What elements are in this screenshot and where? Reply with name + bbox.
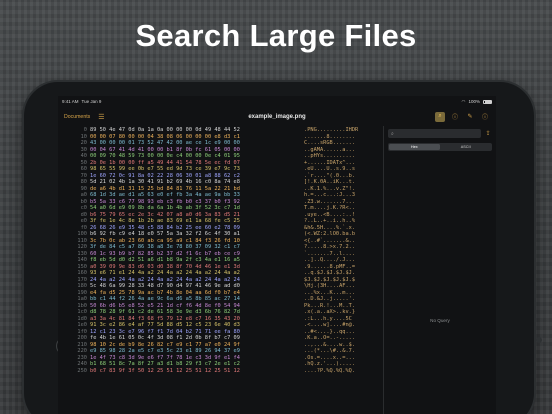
list-icon[interactable]: ☰ — [98, 113, 104, 121]
file-title: example_image.png — [248, 113, 306, 120]
status-bar: 9:41 AM Tue Jan 9 ◠ 100% — [58, 96, 496, 107]
segment-hex[interactable]: Hex — [388, 143, 440, 151]
nav-bar: Documents ☰ example_image.png ⌕ ⓘ ✎ ⓘ — [58, 107, 496, 126]
mode-segmented-control: Hex ASCII — [388, 143, 492, 151]
search-field-icon: ⌕ — [391, 130, 394, 137]
brush-icon[interactable]: ✎ — [465, 112, 475, 122]
toolbar: ⌕ ⓘ ✎ ⓘ — [435, 111, 490, 122]
segment-ascii[interactable]: ASCII — [440, 144, 491, 151]
info-icon[interactable]: ⓘ — [450, 112, 460, 122]
search-panel: ⌕ ⇪ Hex ASCII No Query — [383, 126, 496, 414]
side-dot — [536, 337, 542, 343]
hex-row: 250 b0 c7 83 9f 3f 50 12 25 51 12 25 51 1… — [62, 368, 383, 375]
row-offset: 250 — [77, 367, 87, 374]
headline: Search Large Files — [135, 18, 417, 53]
status-time: 9:41 AM — [62, 99, 79, 104]
hex-view[interactable]: 0 89 50 4e 47 0d 0a 1a 0a 00 00 00 0d 49 … — [58, 126, 383, 414]
empty-state-label: No Query — [430, 318, 450, 323]
search-input[interactable]: ⌕ — [388, 129, 481, 138]
info-circle-icon[interactable]: ⓘ — [480, 112, 490, 122]
wifi-icon: ◠ — [461, 98, 466, 104]
app-screen: 9:41 AM Tue Jan 9 ◠ 100% Documents ☰ exa… — [58, 96, 496, 414]
row-ascii: ....?P.%Q.%Q.%Q. — [304, 367, 356, 374]
battery-icon — [483, 99, 492, 104]
share-icon[interactable]: ⇪ — [484, 130, 492, 137]
documents-back-button[interactable]: Documents — [64, 114, 90, 120]
search-icon[interactable]: ⌕ — [435, 111, 445, 122]
battery-percent: 100% — [468, 99, 480, 104]
row-hex: b0 c7 83 9f 3f 50 12 25 51 12 25 51 12 2… — [90, 367, 240, 374]
status-date: Tue Jan 9 — [81, 99, 102, 104]
